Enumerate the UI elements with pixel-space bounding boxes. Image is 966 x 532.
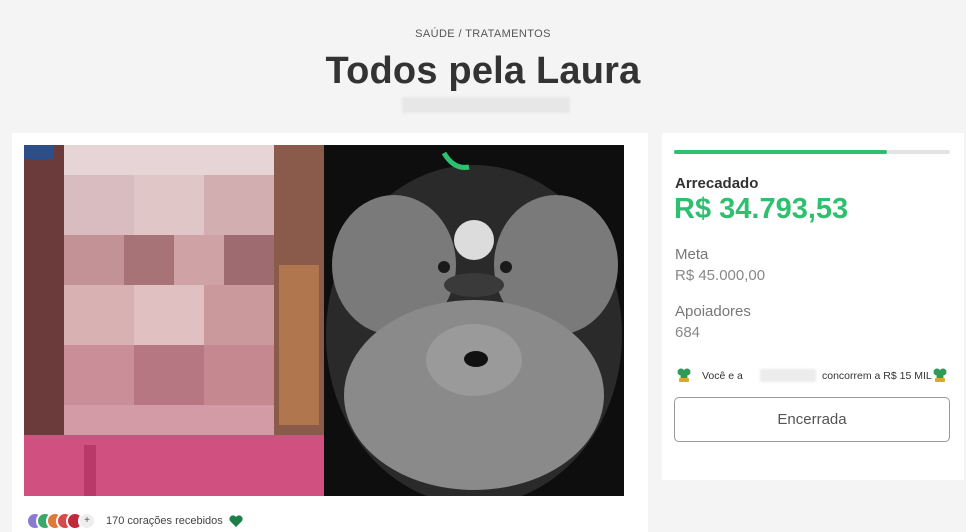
goal-progress-fill: [674, 150, 888, 154]
campaign-closed-button[interactable]: Encerrada: [674, 397, 950, 442]
hearts-count-text: 170 corações recebidos: [106, 515, 223, 527]
raised-label: Arrecadado: [675, 175, 759, 192]
goal-progress-bar: [674, 150, 950, 154]
breadcrumb[interactable]: SAÚDE / TRATAMENTOS: [0, 28, 966, 40]
clover-icon: [677, 368, 691, 382]
campaign-image[interactable]: [24, 145, 624, 496]
avatar-more-count: +: [78, 512, 96, 530]
campaign-photo-blurred: [24, 145, 324, 496]
campaign-media-card: + 170 corações recebidos: [12, 133, 648, 532]
hearts-received-row: + 170 corações recebidos: [26, 510, 243, 532]
supporters-label: Apoiadores: [675, 303, 751, 320]
heart-icon: [229, 515, 243, 527]
donation-stats-card: Arrecadado R$ 34.793,53 Meta R$ 45.000,0…: [662, 133, 964, 480]
author-name-redacted: [402, 97, 570, 113]
supporter-avatars[interactable]: +: [26, 510, 96, 532]
clover-icon: [933, 368, 947, 382]
supporters-count: 684: [675, 324, 701, 341]
promo-prefix-text: Você e a: [702, 370, 743, 382]
goal-amount: R$ 45.000,00: [675, 267, 766, 284]
goal-label: Meta: [675, 246, 709, 263]
promo-suffix-text: concorrem a R$ 15 MIL: [822, 370, 932, 382]
prize-promo-row[interactable]: Você e a concorrem a R$ 15 MIL: [674, 367, 952, 385]
raised-amount: R$ 34.793,53: [674, 193, 849, 225]
mri-scan-image: [324, 145, 624, 496]
page-title: Todos pela Laura: [325, 50, 641, 92]
mri-scan-graphic: [326, 151, 622, 496]
promo-name-redacted: [760, 369, 816, 382]
